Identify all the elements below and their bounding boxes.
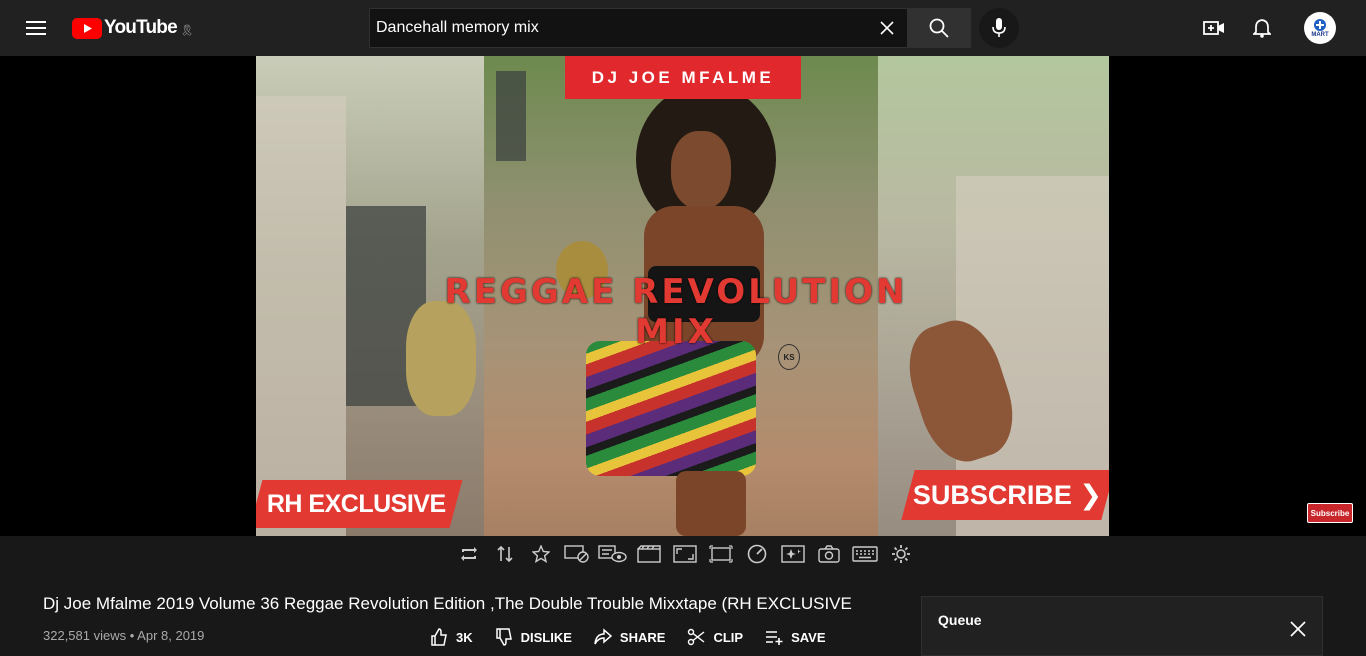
share-icon — [594, 628, 612, 645]
share-label: SHARE — [619, 629, 666, 645]
clip-label: CLIP — [713, 629, 744, 645]
ribbon-icon: 🎗 — [179, 24, 194, 37]
dj-name-text: DJ JOE MFALME — [591, 67, 775, 87]
dislike-button[interactable]: DISLIKE — [495, 628, 572, 646]
video-plus-icon — [1203, 21, 1224, 35]
views-date: 322,581 views • Apr 8, 2019 — [43, 628, 205, 643]
rh-exclusive-text: RH EXCLUSIVE — [266, 489, 446, 518]
youtube-play-icon — [72, 17, 102, 39]
striped-skirt — [586, 341, 756, 476]
microphone-icon — [992, 18, 1006, 37]
queue-panel: Queue — [921, 596, 1323, 656]
top-bar: YouTube 🎗 MART — [0, 0, 1366, 56]
scissors-icon — [688, 628, 705, 646]
wall-left — [256, 96, 346, 536]
notifications-button[interactable] — [1242, 8, 1282, 48]
thumbs-down-icon — [495, 628, 512, 646]
ad-block-icon[interactable] — [559, 539, 595, 569]
video-title: Dj Joe Mfalme 2019 Volume 36 Reggae Revo… — [43, 594, 852, 613]
clip-button[interactable]: CLIP — [687, 628, 743, 646]
share-button[interactable]: SHARE — [594, 628, 666, 646]
star-icon[interactable] — [523, 539, 559, 569]
avatar-logo-icon — [1314, 19, 1326, 31]
settings-icon[interactable] — [883, 539, 919, 569]
voice-search-button[interactable] — [979, 8, 1019, 48]
youtube-logo[interactable]: YouTube 🎗 — [72, 16, 194, 40]
queue-close-button[interactable] — [1286, 617, 1310, 641]
sort-icon[interactable] — [487, 539, 523, 569]
guide-menu-button[interactable] — [16, 8, 56, 48]
screen-icon[interactable] — [703, 539, 739, 569]
queue-title: Queue — [938, 612, 982, 628]
logo-text: YouTube — [104, 17, 178, 38]
subscribe-watermark[interactable]: Subscribe — [1307, 503, 1353, 523]
camera-icon[interactable] — [811, 539, 847, 569]
playlist-add-icon — [766, 631, 783, 645]
subscribe-badge-text: SUBSCRIBE ❯ — [913, 479, 1103, 510]
search-button[interactable] — [907, 8, 971, 48]
legs — [676, 471, 746, 536]
account-avatar[interactable]: MART — [1304, 12, 1336, 44]
bell-icon — [1253, 19, 1271, 38]
search-input[interactable] — [370, 9, 867, 47]
avatar-label: MART — [1311, 32, 1329, 38]
subscribe-badge: SUBSCRIBE ❯ — [901, 470, 1109, 520]
close-icon — [880, 21, 894, 35]
hamburger-icon — [26, 21, 46, 35]
clear-search-button[interactable] — [867, 9, 907, 47]
close-icon — [1290, 621, 1306, 637]
extension-toolbar — [0, 536, 1366, 572]
speedometer-icon[interactable] — [739, 539, 775, 569]
face — [671, 131, 731, 209]
sparkle-icon[interactable] — [775, 539, 811, 569]
video-actions: 3K DISLIKE SHARE CLIP SAVE — [430, 628, 848, 646]
save-button[interactable]: SAVE — [765, 628, 826, 646]
mix-title: REGGAE REVOLUTION MIX — [444, 272, 908, 352]
dislike-label: DISLIKE — [520, 629, 572, 645]
ks-logo: KS — [778, 344, 800, 370]
view-count-icon[interactable] — [595, 539, 631, 569]
aspect-ratio-icon[interactable] — [667, 539, 703, 569]
clapper-icon[interactable] — [631, 539, 667, 569]
rh-exclusive-badge: RH EXCLUSIVE — [256, 480, 463, 528]
search-icon — [929, 18, 949, 38]
repeat-icon[interactable] — [451, 539, 487, 569]
video-thumbnail[interactable]: DJ JOE MFALME REGGAE REVOLUTION MIX KS R… — [256, 56, 1109, 536]
like-count: 3K — [456, 629, 473, 645]
dj-name-banner: DJ JOE MFALME — [565, 56, 801, 99]
create-video-button[interactable] — [1194, 8, 1234, 48]
save-label: SAVE — [791, 629, 826, 645]
keyboard-icon[interactable] — [847, 539, 883, 569]
search-box — [369, 8, 908, 48]
ac-unit — [496, 71, 526, 161]
like-button[interactable]: 3K — [430, 628, 473, 646]
thumbs-up-icon — [431, 628, 447, 646]
video-player[interactable]: DJ JOE MFALME REGGAE REVOLUTION MIX KS R… — [0, 56, 1366, 536]
